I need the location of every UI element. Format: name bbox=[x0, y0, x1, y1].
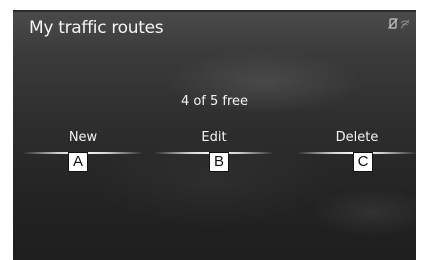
free-count-label: 4 of 5 free bbox=[180, 94, 249, 109]
edit-button-label: Edit bbox=[201, 130, 227, 145]
delete-button-label: Delete bbox=[335, 130, 379, 145]
page-title: My traffic routes bbox=[29, 18, 164, 38]
signal-icon bbox=[400, 19, 410, 29]
status-icons bbox=[388, 18, 410, 29]
traffic-routes-screen: My traffic routes 4 of 5 free New Edit D… bbox=[13, 10, 417, 260]
no-phone-icon bbox=[388, 18, 398, 29]
callout-c: C bbox=[353, 152, 373, 172]
callout-a: A bbox=[68, 152, 88, 172]
callout-b: B bbox=[209, 152, 229, 172]
new-button-label: New bbox=[68, 130, 98, 145]
